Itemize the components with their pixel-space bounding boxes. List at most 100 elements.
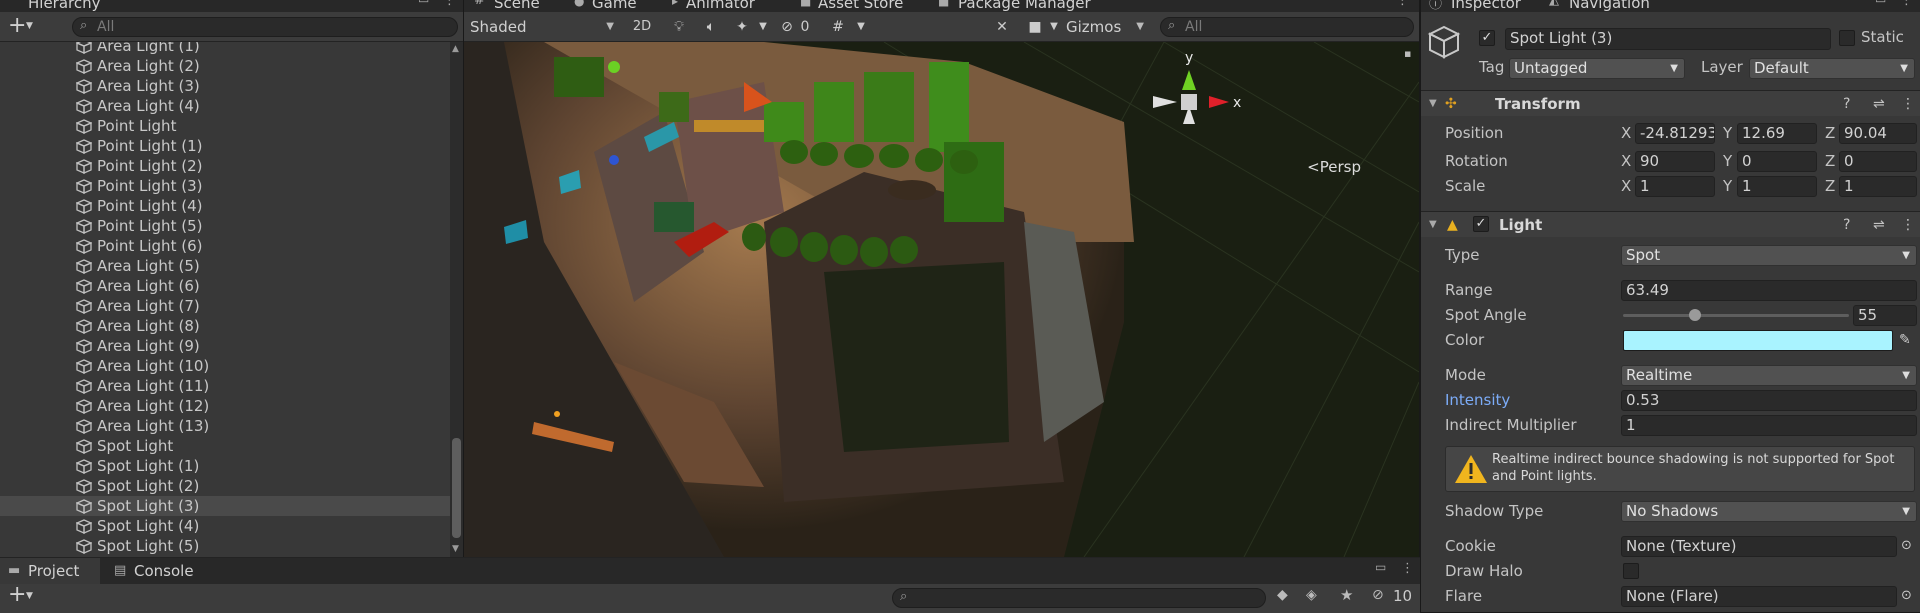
hierarchy-item[interactable]: Area Light (12): [0, 396, 450, 416]
position-y-field[interactable]: 12.69: [1737, 123, 1817, 144]
hierarchy-item[interactable]: Area Light (11): [0, 376, 450, 396]
tools-icon[interactable]: ✕: [988, 15, 1016, 39]
favorite-star-icon[interactable]: ★: [1340, 586, 1353, 604]
hierarchy-scrollbar[interactable]: ▲ ▼: [450, 42, 463, 557]
camera-icon[interactable]: ■: [1022, 15, 1048, 39]
hierarchy-item[interactable]: Point Light (4): [0, 196, 450, 216]
collapse-arrow-icon[interactable]: ▼: [1429, 212, 1437, 238]
more-options-icon[interactable]: ⋮: [1396, 0, 1409, 8]
color-swatch[interactable]: [1623, 330, 1893, 351]
tag-dropdown[interactable]: Untagged ▼: [1509, 58, 1685, 79]
scale-x-field[interactable]: 1: [1635, 176, 1715, 197]
more-options-icon[interactable]: ⋮: [1900, 0, 1913, 8]
scene-search-input[interactable]: ⌕ All: [1160, 17, 1414, 37]
chevron-down-icon[interactable]: ▼: [26, 591, 33, 601]
eyedropper-icon[interactable]: ✎: [1899, 328, 1911, 352]
scale-z-field[interactable]: 1: [1839, 176, 1917, 197]
scale-y-field[interactable]: 1: [1737, 176, 1817, 197]
mode-dropdown[interactable]: Realtime ▼: [1621, 365, 1917, 386]
gizmos-dropdown[interactable]: Gizmos ▼: [1066, 15, 1150, 39]
scroll-down-icon[interactable]: ▼: [452, 544, 459, 554]
tab-scene[interactable]: Scene: [494, 0, 540, 12]
rotation-y-field[interactable]: 0: [1737, 151, 1817, 172]
more-options-icon[interactable]: ⋮: [1901, 212, 1915, 238]
more-options-icon[interactable]: ⋮: [1901, 91, 1915, 117]
rotation-x-field[interactable]: 90: [1635, 151, 1715, 172]
hierarchy-item[interactable]: Point Light (6): [0, 236, 450, 256]
hierarchy-tab[interactable]: Hierarchy: [28, 0, 101, 12]
cookie-field[interactable]: None (Texture): [1621, 536, 1897, 557]
hidden-objects-icon[interactable]: ⊘: [776, 15, 798, 39]
hierarchy-item[interactable]: Point Light (1): [0, 136, 450, 156]
audio-toggle-icon[interactable]: 🔈︎: [696, 15, 726, 39]
project-search-input[interactable]: ⌕: [892, 588, 1266, 608]
filter-label-icon[interactable]: ◈: [1306, 587, 1317, 603]
hierarchy-item[interactable]: Area Light (9): [0, 336, 450, 356]
spot-angle-field[interactable]: 55: [1853, 305, 1917, 326]
object-picker-icon[interactable]: ⊙: [1901, 584, 1912, 608]
position-x-field[interactable]: -24.81293: [1635, 123, 1715, 144]
chevron-down-icon[interactable]: ▼: [852, 15, 870, 39]
position-z-field[interactable]: 90.04: [1839, 123, 1917, 144]
scroll-up-icon[interactable]: ▲: [452, 44, 459, 54]
intensity-field[interactable]: 0.53: [1621, 390, 1917, 411]
slider-thumb[interactable]: [1689, 309, 1702, 321]
lock-icon[interactable]: ▭: [1375, 560, 1386, 574]
hierarchy-item[interactable]: Area Light (3): [0, 76, 450, 96]
static-checkbox[interactable]: [1839, 30, 1855, 46]
collapse-arrow-icon[interactable]: ▼: [1429, 91, 1437, 117]
lock-icon[interactable]: ▪: [1404, 47, 1411, 60]
tab-animator[interactable]: Animator: [686, 0, 755, 12]
hidden-packages-icon[interactable]: ⊘: [1372, 587, 1384, 603]
hierarchy-item[interactable]: Spot Light (3): [0, 496, 450, 516]
add-button[interactable]: +: [8, 13, 26, 38]
filter-type-icon[interactable]: ◆: [1277, 587, 1288, 603]
draw-halo-checkbox[interactable]: [1623, 563, 1639, 579]
help-icon[interactable]: ?: [1843, 91, 1850, 117]
hierarchy-item[interactable]: Area Light (5): [0, 256, 450, 276]
effects-toggle-icon[interactable]: ✦: [728, 15, 756, 39]
hierarchy-item[interactable]: Area Light (2): [0, 56, 450, 76]
hierarchy-item[interactable]: Area Light (10): [0, 356, 450, 376]
tab-package-manager[interactable]: Package Manager: [958, 0, 1091, 12]
scroll-thumb[interactable]: [452, 438, 461, 538]
tab-inspector[interactable]: Inspector: [1451, 0, 1521, 12]
flare-field[interactable]: None (Flare): [1621, 586, 1897, 607]
light-enabled-checkbox[interactable]: ✓: [1473, 216, 1489, 232]
tab-game[interactable]: Game: [592, 0, 637, 12]
hierarchy-item[interactable]: Area Light (6): [0, 276, 450, 296]
transform-component-header[interactable]: ▼ ✣ Transform ? ⇌ ⋮: [1421, 90, 1920, 116]
projection-toggle[interactable]: <Persp: [1307, 158, 1361, 176]
lighting-toggle-icon[interactable]: 💡︎: [664, 15, 694, 39]
tab-console[interactable]: ▤ Console: [106, 558, 216, 584]
object-picker-icon[interactable]: ⊙: [1901, 534, 1912, 558]
hierarchy-item[interactable]: Spot Light (2): [0, 476, 450, 496]
more-options-icon[interactable]: ⋮: [443, 0, 456, 8]
hierarchy-item[interactable]: Area Light (4): [0, 96, 450, 116]
preset-icon[interactable]: ⇌: [1873, 212, 1885, 238]
hierarchy-item[interactable]: Spot Light (5): [0, 536, 450, 556]
grid-toggle-icon[interactable]: #: [824, 15, 852, 39]
hierarchy-item[interactable]: Point Light (5): [0, 216, 450, 236]
hierarchy-item[interactable]: Area Light (8): [0, 316, 450, 336]
2d-toggle[interactable]: 2D: [624, 15, 660, 39]
layer-dropdown[interactable]: Default ▼: [1749, 58, 1915, 79]
light-component-header[interactable]: ▼ ▲ ✓ Light ? ⇌ ⋮: [1421, 211, 1920, 237]
range-field[interactable]: 63.49: [1621, 280, 1917, 301]
chevron-down-icon[interactable]: ▼: [26, 21, 33, 31]
help-icon[interactable]: ?: [1843, 212, 1850, 238]
hierarchy-item[interactable]: Point Light (3): [0, 176, 450, 196]
hierarchy-item[interactable]: Spot Light: [0, 436, 450, 456]
chevron-down-icon[interactable]: ▼: [754, 15, 772, 39]
hierarchy-item[interactable]: Spot Light (4): [0, 516, 450, 536]
chevron-down-icon[interactable]: ▼: [1046, 15, 1062, 39]
tab-asset-store[interactable]: Asset Store: [818, 0, 903, 12]
indirect-multiplier-field[interactable]: 1: [1621, 415, 1917, 436]
active-checkbox[interactable]: ✓: [1479, 30, 1495, 46]
lock-icon[interactable]: ▭: [418, 0, 429, 6]
add-button[interactable]: +: [8, 582, 26, 607]
hierarchy-item[interactable]: Area Light (1): [0, 42, 450, 56]
type-dropdown[interactable]: Spot ▼: [1621, 245, 1917, 266]
hierarchy-item[interactable]: Point Light: [0, 116, 450, 136]
more-options-icon[interactable]: ⋮: [1401, 561, 1414, 576]
